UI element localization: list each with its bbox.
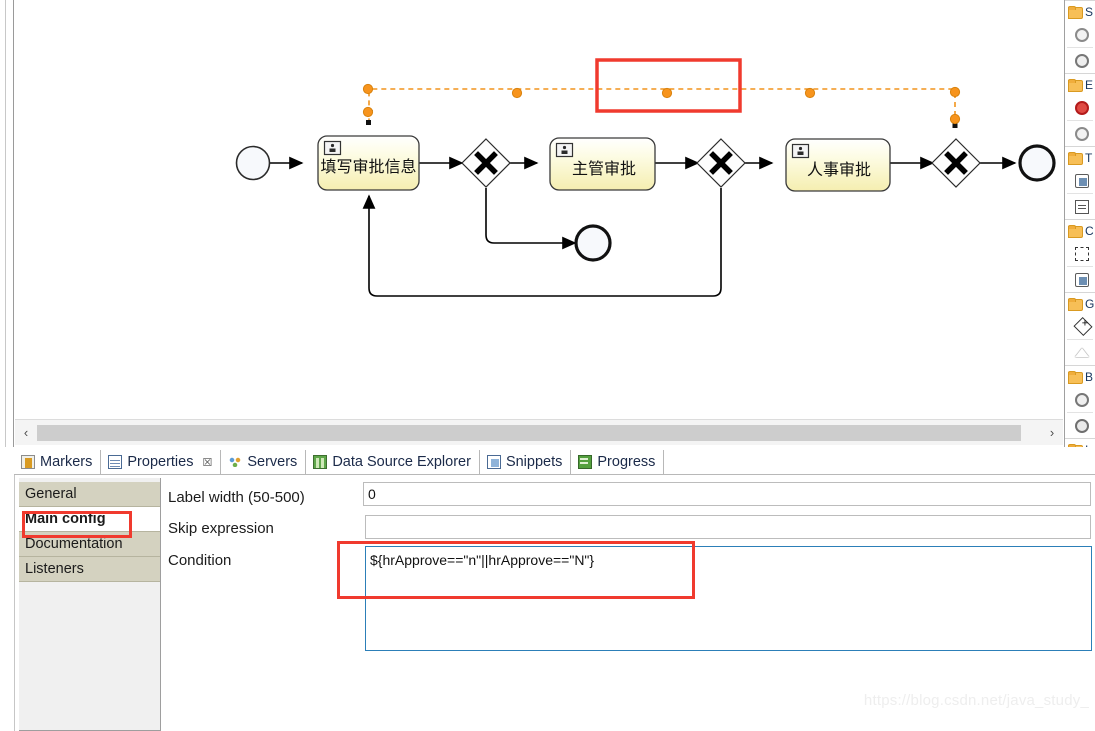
palette-group-boundary[interactable]: B <box>1065 365 1095 387</box>
annotation-highlight-box <box>595 58 742 113</box>
scroll-left-button[interactable]: ‹ <box>15 420 37 445</box>
close-icon[interactable]: ☒ <box>202 456 212 469</box>
boundary-error-icon <box>1075 418 1089 433</box>
call-activity-icon <box>1075 272 1089 287</box>
palette-group-endevents[interactable]: E <box>1065 73 1095 95</box>
label-width-input[interactable] <box>363 482 1091 506</box>
scrollbar-track[interactable] <box>37 424 1041 441</box>
palette-group-label: S <box>1085 4 1094 19</box>
end-event-error-icon <box>1075 100 1089 115</box>
tab-label: Snippets <box>505 454 563 470</box>
folder-icon <box>1068 79 1083 92</box>
palette-item-exclusive-gateway[interactable] <box>1065 340 1095 365</box>
exclusive-gateway-1[interactable] <box>461 138 511 188</box>
user-task-icon <box>1075 173 1089 188</box>
palette-group-startevents[interactable]: S <box>1065 0 1095 22</box>
start-event <box>235 145 271 181</box>
label-width-label: Label width (50-500) <box>168 489 305 506</box>
palette-item-boundary-error[interactable] <box>1065 413 1095 438</box>
palette-item-user-task[interactable] <box>1065 168 1095 193</box>
user-task-1[interactable]: 填写审批信息 <box>317 135 420 191</box>
end-event-2 <box>574 224 612 262</box>
bpmn-diagram-svg: 填写审批信息 主管审批 人事审批 <box>235 58 1056 297</box>
start-event-none-icon <box>1075 27 1089 42</box>
palette-item-subprocess[interactable] <box>1065 241 1095 266</box>
script-task-icon <box>1075 199 1089 214</box>
folder-icon <box>1068 6 1083 19</box>
end-event-1 <box>1018 144 1056 182</box>
diagram-editor: 填写审批信息 主管审批 人事审批 ‹ › S E T C G + B <box>0 0 1095 447</box>
svg-text:填写审批信息: 填写审批信息 <box>320 157 416 176</box>
end-event-none-icon <box>1075 126 1089 141</box>
palette-item-call-activity[interactable] <box>1065 267 1095 292</box>
properties-tab-listeners[interactable]: Listeners <box>19 557 160 582</box>
skip-expression-input[interactable] <box>365 515 1091 539</box>
tab-data-source-explorer[interactable]: Data Source Explorer <box>306 450 480 474</box>
parallel-gateway-icon <box>1073 316 1093 337</box>
palette-group-label: E <box>1085 77 1094 92</box>
tab-label: Markers <box>40 454 93 470</box>
tab-properties[interactable]: Properties ☒ <box>101 450 222 474</box>
view-tab-bar[interactable]: Markers Properties ☒ Servers Data Source… <box>14 450 1095 475</box>
folder-icon <box>1068 225 1083 238</box>
subprocess-icon <box>1075 246 1089 261</box>
user-task-2[interactable]: 主管审批 <box>549 137 656 191</box>
tab-markers[interactable]: Markers <box>14 450 102 474</box>
tab-snippets[interactable]: Snippets <box>479 450 572 474</box>
palette-item-end-event-error[interactable] <box>1065 95 1095 120</box>
user-task-3[interactable]: 人事审批 <box>785 138 891 192</box>
palette-item-parallel-gateway[interactable] <box>1065 314 1095 339</box>
palette-group-label: G <box>1085 296 1095 311</box>
exclusive-gateway-2[interactable] <box>696 138 746 188</box>
palette-item-start-event-timer[interactable] <box>1065 48 1095 73</box>
folder-icon <box>1068 298 1083 311</box>
properties-icon <box>108 455 123 469</box>
svg-text:主管审批: 主管审批 <box>572 159 636 178</box>
properties-tab-list[interactable]: General Main config Documentation Listen… <box>19 478 161 731</box>
tab-servers[interactable]: Servers <box>221 450 307 474</box>
palette-item-boundary-timer[interactable] <box>1065 387 1095 412</box>
exclusive-gateway-icon <box>1075 348 1089 357</box>
editor-left-sash <box>0 0 14 447</box>
tab-progress[interactable]: Progress <box>571 450 665 474</box>
tab-label: Properties <box>127 454 194 470</box>
exclusive-gateway-3[interactable] <box>931 138 981 188</box>
palette-group-gateways[interactable]: G <box>1065 292 1095 314</box>
tab-label: Progress <box>597 454 656 470</box>
scrollbar-thumb[interactable] <box>37 424 1021 441</box>
palette-item-script-task[interactable] <box>1065 194 1095 219</box>
palette-group-tasks[interactable]: T <box>1065 146 1095 168</box>
tab-label: Servers <box>247 454 298 470</box>
watermark: https://blog.csdn.net/java_study_ <box>863 692 1089 709</box>
palette-group-label: B <box>1085 369 1094 384</box>
bpmn-palette[interactable]: S E T C G + B <box>1064 0 1095 447</box>
start-event-timer-icon <box>1075 53 1089 68</box>
palette-group-intermediate[interactable]: I <box>1065 438 1095 447</box>
servers-icon <box>228 455 242 469</box>
canvas-horizontal-scrollbar[interactable]: ‹ › <box>15 419 1063 445</box>
properties-tab-main-config[interactable]: Main config <box>19 507 160 532</box>
palette-group-container[interactable]: C <box>1065 219 1095 241</box>
tab-label: Data Source Explorer <box>332 454 471 470</box>
progress-icon <box>578 455 593 469</box>
condition-label: Condition <box>168 552 232 569</box>
snippets-icon <box>486 455 501 469</box>
skip-expression-label: Skip expression <box>168 520 274 537</box>
data-source-explorer-icon <box>313 455 328 469</box>
properties-tab-general[interactable]: General <box>19 482 160 507</box>
selected-sequence-flow[interactable] <box>362 83 961 128</box>
folder-icon <box>1068 371 1083 384</box>
scroll-right-button[interactable]: › <box>1041 420 1063 445</box>
boundary-timer-icon <box>1075 392 1089 407</box>
svg-text:人事审批: 人事审批 <box>807 160 871 179</box>
palette-group-label: C <box>1085 223 1094 238</box>
bpmn-canvas[interactable]: 填写审批信息 主管审批 人事审批 <box>15 0 1063 418</box>
palette-group-label: T <box>1085 150 1093 165</box>
folder-icon <box>1068 152 1083 165</box>
condition-textarea[interactable] <box>365 546 1092 651</box>
palette-item-end-event-none[interactable] <box>1065 121 1095 146</box>
properties-tab-documentation[interactable]: Documentation <box>19 532 160 557</box>
markers-icon <box>21 455 35 469</box>
palette-item-start-event-none[interactable] <box>1065 22 1095 47</box>
